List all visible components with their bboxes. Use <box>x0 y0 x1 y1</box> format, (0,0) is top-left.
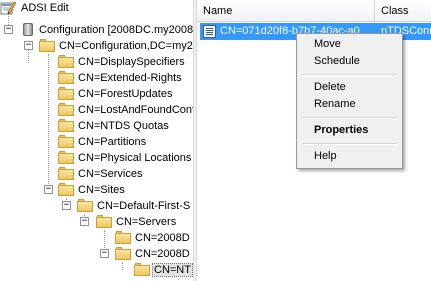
tree-item-label: CN=Configuration,DC=my2 <box>59 40 193 52</box>
tree-item-services[interactable]: CN=Services <box>0 166 193 182</box>
tree-item-configuration[interactable]: − CN=Configuration,DC=my2 <box>0 38 193 54</box>
tree-item-label: CN=2008D <box>135 248 190 260</box>
tree-item-label: CN=ForestUpdates <box>78 88 173 100</box>
menu-item-delete[interactable]: Delete <box>299 79 400 96</box>
tree-item-label: CN=2008D <box>135 232 190 244</box>
menu-item-rename[interactable]: Rename <box>299 96 400 113</box>
folder-icon <box>58 151 74 164</box>
tree-item-server-2008dc-2[interactable]: − CN=2008D <box>0 246 193 262</box>
folder-icon <box>58 87 74 100</box>
tree-item-label: CN=Default-First-S <box>97 200 191 212</box>
server-icon <box>22 22 34 37</box>
tree-item-configuration-connection[interactable]: − Configuration [2008DC.my2008 <box>0 22 193 38</box>
tree-pane[interactable]: ADSI Edit − Configuration [2008DC.my2008… <box>0 0 193 281</box>
tree-item-extended-rights[interactable]: CN=Extended-Rights <box>0 70 193 86</box>
tree-item-displayspecifiers[interactable]: CN=DisplaySpecifiers <box>0 54 193 70</box>
folder-icon <box>58 167 74 180</box>
collapse-icon[interactable]: − <box>24 41 33 50</box>
folder-icon <box>58 103 74 116</box>
tree-item-servers[interactable]: − CN=Servers <box>0 214 193 230</box>
collapse-icon[interactable]: − <box>100 249 109 258</box>
folder-icon <box>58 119 74 132</box>
menu-separator <box>302 74 397 76</box>
tree-item-forestupdates[interactable]: CN=ForestUpdates <box>0 86 193 102</box>
tree-item-label: CN=LostAndFoundConf <box>78 104 193 116</box>
context-menu: Move Schedule Delete Rename Properties H… <box>296 33 403 169</box>
tree-item-physical-locations[interactable]: CN=Physical Locations <box>0 150 193 166</box>
folder-open-icon <box>96 215 112 228</box>
tree-connection-label: Configuration [2008DC.my2008 <box>39 24 193 36</box>
menu-item-properties[interactable]: Properties <box>299 122 400 139</box>
tree-item-label: CN=NTDS Quotas <box>78 120 169 132</box>
collapse-icon[interactable]: − <box>44 185 53 194</box>
folder-open-icon <box>77 199 93 212</box>
menu-item-schedule[interactable]: Schedule <box>299 53 400 70</box>
tree-item-server-2008dc-1[interactable]: CN=2008D <box>0 230 193 246</box>
adsi-edit-icon <box>0 0 17 15</box>
folder-open-icon <box>115 247 131 260</box>
tree-item-label: CN=Physical Locations <box>78 152 192 164</box>
collapse-icon[interactable]: − <box>80 217 89 226</box>
menu-separator <box>302 143 397 145</box>
tree-item-lostandfound[interactable]: CN=LostAndFoundConf <box>0 102 193 118</box>
menu-separator <box>302 117 397 119</box>
folder-open-icon <box>58 183 74 196</box>
tree-root-label: ADSI Edit <box>21 2 69 14</box>
folder-icon <box>115 231 131 244</box>
tree-item-ntds-quotas[interactable]: CN=NTDS Quotas <box>0 118 193 134</box>
tree-item-label: CN=Sites <box>78 184 125 196</box>
folder-open-icon <box>39 39 55 52</box>
folder-icon <box>134 263 150 276</box>
tree-item-label: CN=Partitions <box>78 136 147 148</box>
column-header-name[interactable]: Name <box>197 0 375 22</box>
tree-item-partitions[interactable]: CN=Partitions <box>0 134 193 150</box>
list-header: Name Class <box>197 0 431 22</box>
tree-item-label: CN=Services <box>78 168 143 180</box>
tree-item-label-selected: CN=NT <box>152 263 193 277</box>
column-header-class[interactable]: Class <box>375 0 431 22</box>
menu-item-help[interactable]: Help <box>299 148 400 165</box>
menu-item-move[interactable]: Move <box>299 36 400 53</box>
tree-root-adsi-edit[interactable]: ADSI Edit <box>0 0 193 16</box>
folder-icon <box>58 135 74 148</box>
tree-item-default-first-site[interactable]: − CN=Default-First-S <box>0 198 193 214</box>
tree-item-sites[interactable]: − CN=Sites <box>0 182 193 198</box>
tree-item-label: CN=DisplaySpecifiers <box>78 56 185 68</box>
folder-icon <box>58 55 74 68</box>
collapse-icon[interactable]: − <box>62 201 71 210</box>
collapse-icon[interactable]: − <box>4 25 13 34</box>
tree-item-label: CN=Extended-Rights <box>78 72 182 84</box>
object-icon <box>203 25 216 38</box>
tree-item-label: CN=Servers <box>116 216 177 228</box>
folder-icon <box>58 71 74 84</box>
tree-item-ntds-settings[interactable]: CN=NT <box>0 262 193 278</box>
